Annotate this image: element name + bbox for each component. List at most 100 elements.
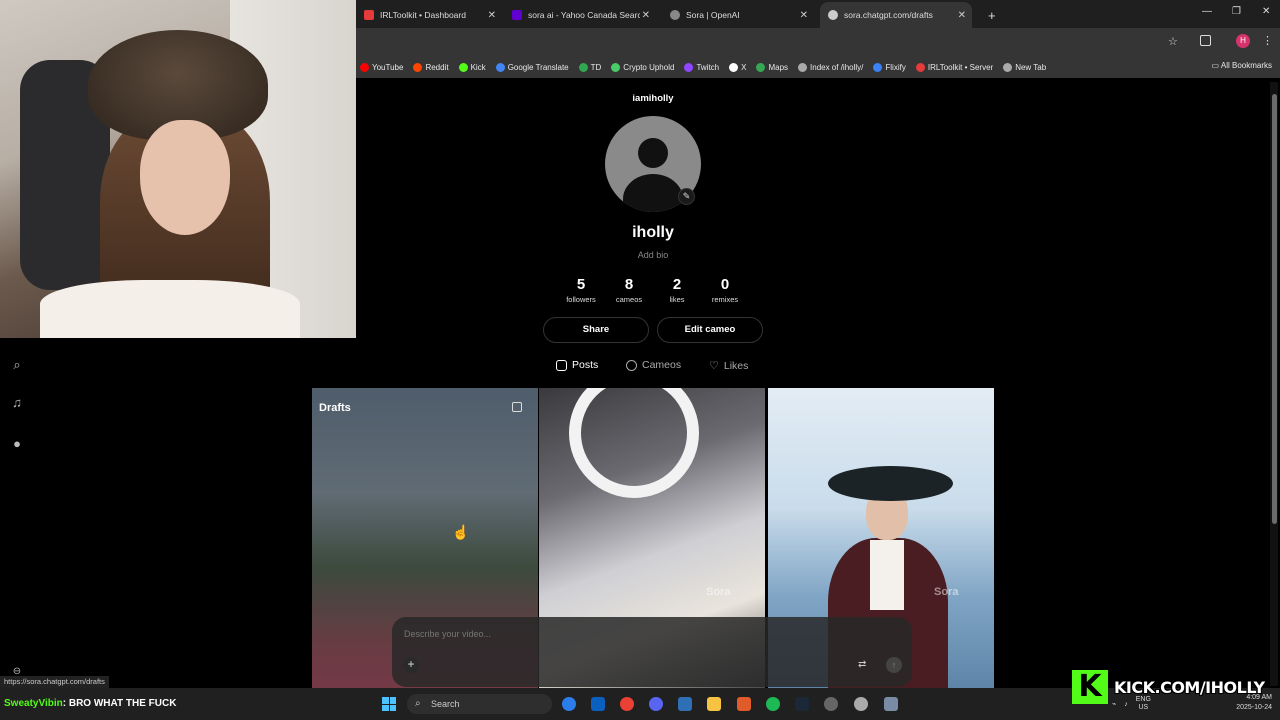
chrome-icon[interactable] [620, 697, 634, 711]
restore-icon[interactable]: ❐ [1232, 6, 1241, 17]
bookmark-icon [729, 62, 739, 72]
add-attachment-button[interactable]: + [403, 657, 419, 673]
tab-cameos[interactable]: Cameos [626, 359, 681, 371]
edit-cameo-button[interactable]: Edit cameo [657, 317, 763, 343]
bookmark-icon [1003, 62, 1013, 72]
kick-logo: K [1072, 670, 1108, 704]
search-icon[interactable]: ⌕ [9, 357, 25, 373]
close-icon[interactable]: ✕ [958, 10, 966, 21]
profile-avatar[interactable]: H [1236, 34, 1250, 48]
app-icon[interactable] [854, 697, 868, 711]
bookmark-icon [798, 62, 808, 72]
stat-cameos[interactable]: 8 cameos [604, 276, 654, 304]
bookmark-icon [413, 62, 423, 72]
send-button[interactable]: ↑ [886, 657, 902, 673]
browser-tab-bar: IRLToolkit • Dashboard ✕ sora ai - Yahoo… [356, 0, 1280, 28]
new-tab-button[interactable]: + [980, 4, 1004, 26]
extensions-icon[interactable] [1200, 35, 1211, 46]
bookmark-item[interactable]: Reddit [413, 62, 449, 72]
close-icon[interactable]: ✕ [642, 10, 650, 21]
bookmark-item[interactable]: Flixify [873, 62, 906, 72]
tab-posts[interactable]: Posts [556, 359, 598, 371]
tab-sora-drafts[interactable]: sora.chatgpt.com/drafts ✕ [820, 2, 972, 28]
file-explorer-icon[interactable] [707, 697, 721, 711]
bookmark-icon [458, 62, 468, 72]
discord-icon[interactable] [649, 697, 663, 711]
share-button[interactable]: Share [543, 317, 649, 343]
sora-watermark: Sora [706, 586, 731, 598]
avatar-head [638, 138, 668, 168]
minimize-icon[interactable]: — [1202, 6, 1212, 17]
bookmark-item[interactable]: Index of /iholly/ [798, 62, 863, 72]
stat-likes[interactable]: 2 likes [652, 276, 702, 304]
heart-icon: ♡ [709, 360, 719, 372]
bookmark-icon [495, 62, 505, 72]
yahoo-icon [512, 10, 522, 20]
chat-username: SweatyVibin [4, 698, 63, 709]
vpn-icon[interactable] [678, 697, 692, 711]
streamer-shirt [40, 280, 300, 338]
tab-yahoo-search[interactable]: sora ai - Yahoo Canada Search ✕ [504, 4, 656, 26]
profile-icon[interactable]: ● [9, 436, 25, 452]
drafts-label: Drafts [319, 402, 351, 414]
bookmark-item[interactable]: IRLToolkit • Server [915, 62, 993, 72]
close-icon[interactable]: ✕ [488, 10, 496, 21]
windows-start-icon[interactable] [382, 697, 396, 711]
taskbar-search[interactable]: ⌕ Search [407, 694, 552, 714]
streamer-face [140, 120, 230, 235]
settings-icon[interactable] [884, 697, 898, 711]
scrollbar-thumb[interactable] [1272, 94, 1277, 524]
stat-remixes[interactable]: 0 remixes [700, 276, 750, 304]
bookmark-item[interactable]: New Tab [1003, 62, 1046, 72]
avatar-body [623, 174, 683, 212]
cameos-icon [626, 359, 637, 371]
app-icon[interactable] [824, 697, 838, 711]
all-bookmarks[interactable]: ▭ All Bookmarks [1212, 61, 1272, 70]
steam-icon[interactable] [795, 697, 809, 711]
openai-icon [670, 10, 680, 20]
status-url: https://sora.chatgpt.com/drafts [0, 676, 109, 688]
bookmark-item[interactable]: Crypto Uphold [611, 62, 674, 72]
bookmark-list: YouTube Reddit Kick Google Translate TD Crypt… [356, 62, 1056, 72]
bookmark-icon [360, 62, 369, 72]
edge-icon[interactable] [562, 697, 576, 711]
sora-watermark: Sora [934, 586, 959, 598]
kick-url: KICK.COM/IHOLLY [1114, 678, 1265, 697]
webcam-overlay [0, 0, 356, 338]
obs-icon[interactable] [737, 697, 751, 711]
edit-avatar-icon[interactable]: ✎ [678, 188, 695, 205]
spotify-icon[interactable] [766, 697, 780, 711]
display-name: iholly [632, 224, 674, 241]
add-bio-link[interactable]: Add bio [556, 250, 750, 260]
prompt-composer: + ⇄ ↑ [392, 617, 912, 687]
bookmark-icon [756, 62, 766, 72]
bookmark-item[interactable]: X [729, 62, 746, 72]
bookmark-icon [578, 62, 588, 72]
menu-icon[interactable]: ⋮ [1262, 34, 1273, 47]
tab-irltoolkit[interactable]: IRLToolkit • Dashboard ✕ [356, 4, 502, 26]
bookmark-item[interactable]: Kick [458, 62, 486, 72]
sora-icon [828, 10, 838, 20]
bell-icon[interactable]: ♫ [9, 395, 25, 411]
pirate-hat-tile [828, 466, 953, 501]
store-icon[interactable] [591, 697, 605, 711]
bookmark-item[interactable]: TD [578, 62, 601, 72]
bookmark-item[interactable]: Maps [756, 62, 788, 72]
tab-sora-openai[interactable]: Sora | OpenAI ✕ [662, 4, 814, 26]
search-icon: ⌕ [415, 698, 421, 709]
bookmark-item[interactable]: YouTube [360, 62, 403, 72]
tab-likes[interactable]: ♡ Likes [709, 359, 748, 373]
bookmark-icon [611, 62, 621, 72]
stat-followers[interactable]: 5 followers [556, 276, 606, 304]
close-window-icon[interactable]: ✕ [1262, 6, 1270, 17]
star-icon[interactable]: ☆ [1168, 35, 1178, 48]
bookmark-item[interactable]: Google Translate [495, 62, 569, 72]
pirate-shirt [870, 540, 904, 610]
close-icon[interactable]: ✕ [800, 10, 808, 21]
describe-video-input[interactable] [404, 629, 704, 639]
bookmark-item[interactable]: Twitch [684, 62, 719, 72]
posts-icon [556, 359, 567, 371]
bookmark-icon [873, 62, 883, 72]
settings-sliders-icon[interactable]: ⇄ [858, 659, 866, 670]
profile-handle: iamiholly [632, 93, 674, 104]
